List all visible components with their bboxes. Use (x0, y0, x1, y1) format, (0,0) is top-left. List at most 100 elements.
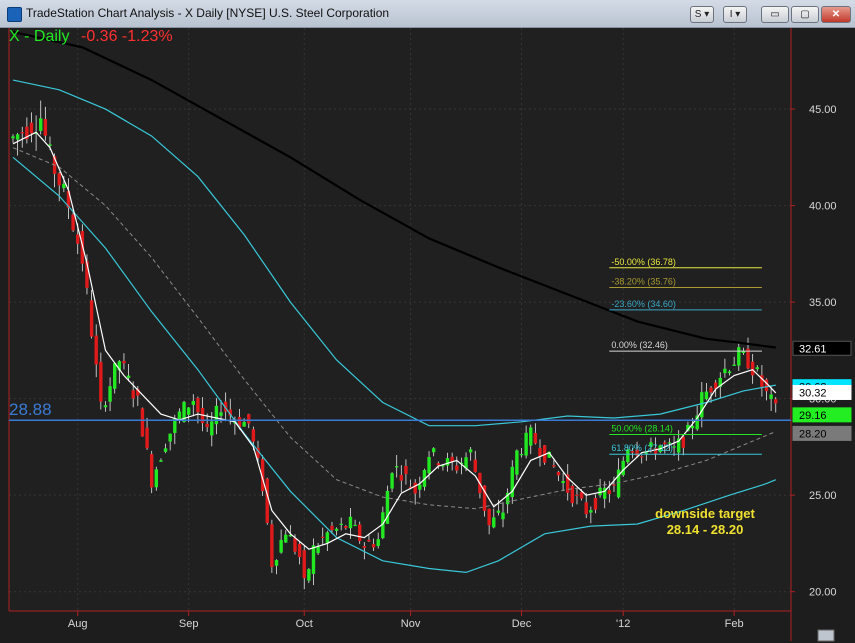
y-tick-label: 25.00 (809, 490, 837, 502)
candle-body (242, 421, 246, 427)
candle-body (145, 427, 149, 449)
annotation-line-2: 28.14 - 28.20 (666, 522, 744, 537)
candle-body (575, 494, 579, 496)
close-button[interactable]: ✕ (821, 6, 851, 23)
candle-body (76, 234, 80, 244)
candle-body (344, 526, 348, 529)
interval-link-button[interactable]: I ▾ (723, 6, 747, 23)
candle-body (538, 447, 542, 457)
candle-body (639, 456, 644, 458)
candle-body (20, 132, 24, 134)
candle-body (487, 508, 491, 526)
maximize-button[interactable]: ▢ (791, 6, 819, 23)
candle-body (501, 512, 505, 520)
candle-body (186, 407, 191, 415)
candle-body (362, 546, 367, 548)
x-tick-label: Sep (179, 618, 199, 630)
app-icon (7, 7, 22, 22)
candle-body (57, 173, 61, 186)
candle-body (247, 414, 251, 424)
candle-body (496, 510, 501, 513)
candle-body (709, 387, 713, 393)
candle-body (321, 536, 325, 538)
fib-label: 61.80% (27.12) (611, 443, 673, 453)
candle-body (750, 361, 755, 376)
candle-body (284, 534, 288, 543)
fib-label: -38.20% (35.76) (611, 276, 676, 286)
candle-body (131, 390, 135, 399)
candle-body (29, 122, 34, 134)
candle-body (108, 386, 112, 402)
candle-body (154, 469, 159, 488)
candle-body (177, 411, 182, 420)
window-titlebar: TradeStation Chart Analysis - X Daily [N… (0, 0, 855, 28)
candle-body (325, 532, 330, 543)
y-tick-label: 35.00 (809, 297, 837, 309)
candle-body (159, 460, 163, 462)
candle-body (723, 368, 727, 374)
candle-body (515, 450, 519, 475)
price-tag-label: 32.61 (799, 343, 827, 355)
downside-target-annotation: downside target 28.14 - 28.20 (640, 506, 770, 538)
candle-body (404, 465, 408, 475)
candle-body (94, 335, 98, 365)
x-tick-label: '12 (616, 618, 630, 630)
y-tick-label: 40.00 (809, 201, 837, 213)
candle-body (445, 458, 450, 466)
price-chart[interactable]: -50.00% (36.78) -38.20% (35.76) -23.60% (3… (0, 28, 855, 643)
candle-body (334, 528, 339, 531)
x-tick-label: Nov (401, 618, 421, 630)
candle-body (769, 394, 773, 399)
fib-label: -23.60% (34.60) (611, 299, 676, 309)
candle-body (737, 347, 741, 366)
candle-body (191, 400, 195, 405)
symbol-link-button[interactable]: S ▾ (690, 6, 714, 23)
candle-body (418, 484, 422, 490)
candle-body (519, 454, 524, 456)
candle-body (556, 471, 561, 476)
candle-body (607, 490, 612, 494)
candle-body (71, 214, 75, 231)
annotation-line-1: downside target (655, 506, 755, 521)
candle-body (163, 448, 168, 452)
x-tick-label: Dec (512, 618, 532, 630)
candle-body (270, 524, 274, 568)
candle-body (122, 360, 126, 364)
candle-body (774, 399, 778, 404)
candle-body (339, 523, 343, 525)
level-label: 28.88 (9, 400, 52, 419)
fib-label: -50.00% (36.78) (611, 257, 676, 267)
candle-body (297, 543, 302, 558)
fib-label: 50.00% (28.14) (611, 424, 673, 434)
price-tag-label: 28.20 (799, 428, 827, 440)
x-tick-label: Oct (296, 618, 313, 630)
candle-body (210, 421, 214, 436)
candle-body (126, 375, 131, 378)
candle-body (311, 545, 316, 574)
candle-body (168, 433, 172, 442)
minimize-button[interactable]: ▭ (761, 6, 789, 23)
candle-body (376, 539, 380, 546)
chart-area[interactable]: -50.00% (36.78) -38.20% (35.76) -23.60% (3… (0, 28, 855, 643)
candle-body (492, 517, 496, 528)
candle-body (390, 473, 394, 489)
candle-body (219, 412, 223, 416)
candle-body (103, 405, 108, 408)
candle-body (593, 497, 598, 510)
candle-body (533, 433, 538, 444)
price-tag-label: 29.16 (799, 410, 827, 422)
candle-body (367, 539, 371, 542)
candle-body (431, 448, 436, 453)
candle-body (755, 367, 759, 370)
candle-body (140, 408, 145, 437)
candle-body (62, 183, 66, 189)
candle-body (149, 454, 154, 488)
candle-body (589, 510, 593, 513)
candle-body (552, 465, 556, 467)
x-tick-label: Feb (725, 618, 744, 630)
candle-body (468, 449, 473, 453)
candle-body (529, 427, 533, 446)
candle-body (293, 538, 297, 552)
price-change-label: -0.36 -1.23% (81, 28, 173, 45)
candle-body (205, 423, 209, 428)
